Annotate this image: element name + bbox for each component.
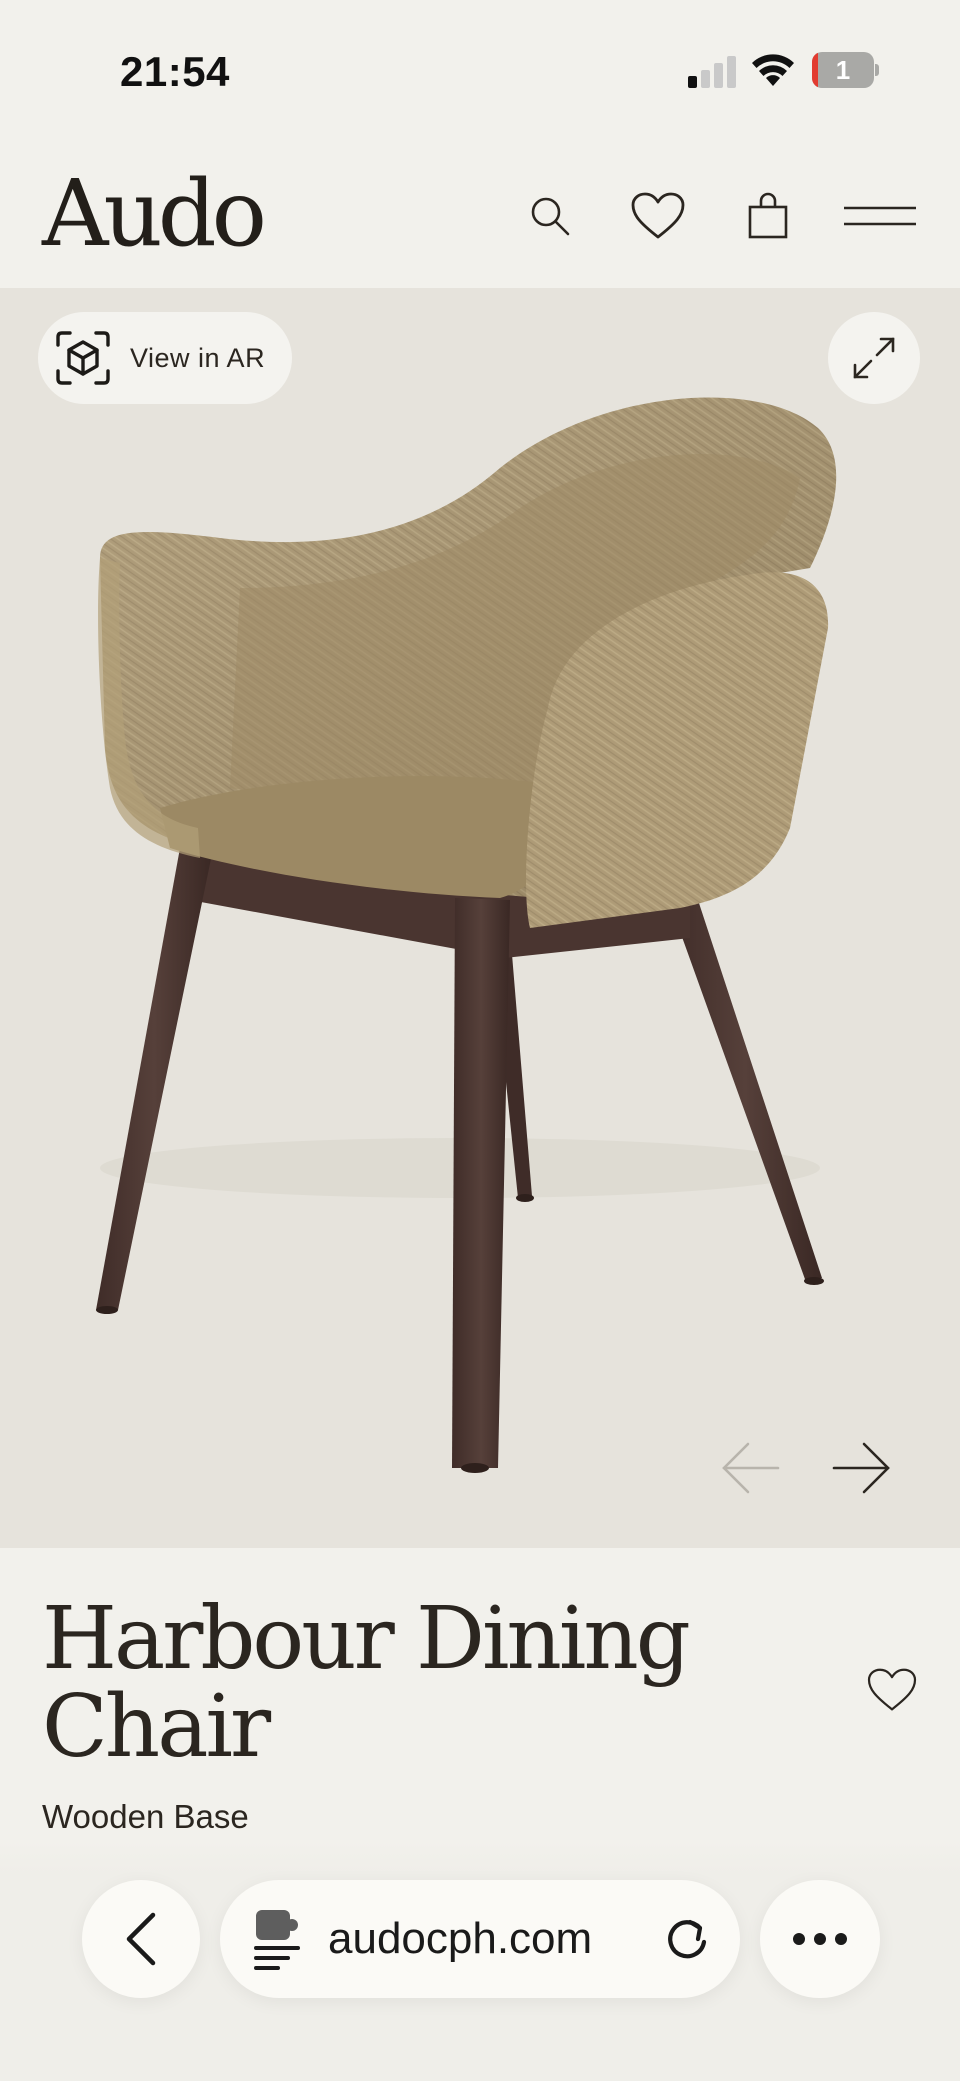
chevron-left-icon: [126, 1912, 156, 1966]
heart-icon: [631, 192, 685, 239]
view-in-ar-label: View in AR: [130, 342, 266, 373]
menu-icon: [844, 206, 916, 226]
view-in-ar-button[interactable]: View in AR: [38, 312, 292, 404]
arrow-right-icon: [832, 1442, 890, 1494]
expand-icon: [853, 337, 895, 379]
previous-image-button[interactable]: [710, 1428, 790, 1508]
search-button[interactable]: [520, 186, 580, 246]
cart-button[interactable]: [738, 186, 798, 246]
status-time: 21:54: [120, 48, 230, 95]
reload-icon[interactable]: [662, 1914, 712, 1964]
url-text: audocph.com: [328, 1914, 593, 1963]
site-settings-icon: [254, 1910, 300, 1970]
ar-cube-icon: [56, 331, 110, 385]
site-header: Audo: [0, 140, 960, 288]
more-button[interactable]: [760, 1880, 880, 1998]
back-button[interactable]: [82, 1880, 200, 1998]
brand-logo[interactable]: Audo: [42, 168, 267, 260]
battery-icon: 1: [812, 52, 879, 88]
wifi-icon: [752, 54, 794, 86]
next-image-button[interactable]: [822, 1428, 902, 1508]
product-subtitle: Wooden Base: [42, 1798, 249, 1835]
wishlist-button[interactable]: [628, 186, 688, 246]
product-wishlist-button[interactable]: [860, 1658, 924, 1722]
bag-icon: [748, 192, 788, 239]
product-title: Harbour Dining Chair: [42, 1589, 691, 1777]
arrow-left-icon: [722, 1442, 780, 1494]
fullscreen-button[interactable]: [828, 312, 920, 404]
address-bar[interactable]: audocph.com: [220, 1880, 740, 1998]
battery-percent: 1: [835, 55, 851, 85]
menu-button[interactable]: [842, 186, 918, 246]
product-gallery[interactable]: View in AR: [0, 288, 960, 1548]
browser-toolbar: audocph.com: [0, 1840, 960, 2081]
status-bar: 21:54 1: [0, 0, 960, 140]
product-image: [96, 397, 837, 1473]
signal-icon: [688, 54, 738, 88]
search-icon: [531, 197, 570, 236]
heart-icon: [867, 1668, 917, 1711]
more-icon: [793, 1933, 847, 1945]
